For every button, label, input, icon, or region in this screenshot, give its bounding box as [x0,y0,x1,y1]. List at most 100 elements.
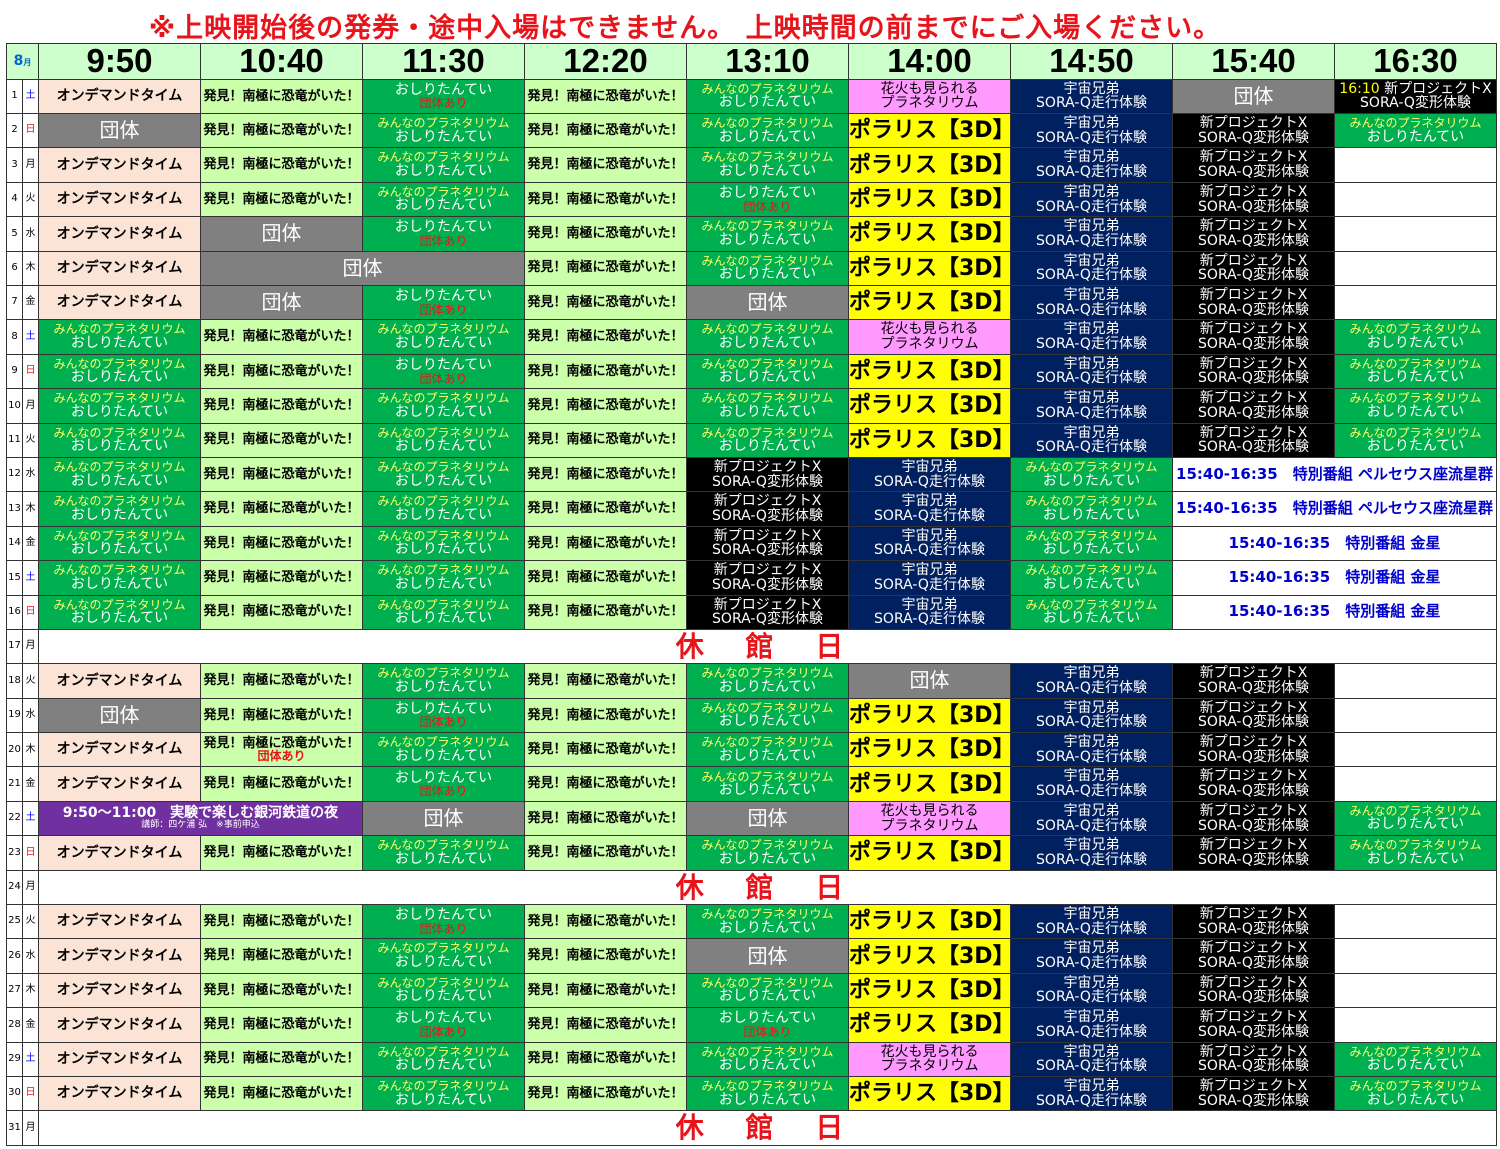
program-title: おしりたんてい [718,163,817,180]
program-hakken: 発見！南極に恐竜がいた！ [524,250,687,286]
program-title: 発見！南極に恐竜がいた！ [527,88,684,104]
program-minna-oshiri: みんなのプラネタリウム おしりたんてい [686,663,849,699]
program-title: おしりたんてい [718,713,817,730]
day-number: 5 [6,216,23,252]
program-minna-oshiri: みんなのプラネタリウム おしりたんてい [362,938,525,974]
weekday: 月 [22,628,39,665]
program-title: オンデマンドタイム [56,1016,183,1033]
program-minna-oshiri: みんなのプラネタリウム おしりたんてい [362,319,525,355]
program-subtitle: SORA-Q変形体験 [1198,748,1309,765]
program-title: 宇宙兄弟 [901,562,958,579]
weekday: 火 [22,181,39,218]
program-title: おしりたんてい [394,1091,493,1108]
program-minna-oshiri: みんなのプラネタリウム おしりたんてい [686,147,849,183]
program-hanabi: 花火も見られる プラネタリウム [848,800,1011,837]
program-title: おしりたんてい [718,988,817,1005]
day-number: 26 [6,938,23,974]
group-note: 団体あり [419,233,468,248]
program-project-x: 新プロジェクトX SORA-Q変形体験 [686,491,849,527]
program-title: おしりたんてい [394,1010,493,1027]
program-minna-oshiri: みんなのプラネタリウム おしりたんてい [1334,319,1497,355]
weekday: 日 [22,835,39,871]
program-subtitle: みんなのプラネタリウム [53,391,186,406]
weekday: 水 [22,697,39,734]
program-title: 団体 [909,668,950,693]
weekday: 土 [22,78,39,115]
weekday: 火 [22,422,39,458]
program-title: おしりたんてい [394,128,493,145]
day-number: 25 [6,904,23,940]
program-title: 宇宙兄弟 [1063,1077,1120,1094]
weekday: 木 [22,972,39,1009]
program-title: おしりたんてい [394,1057,493,1074]
day-number: 18 [6,663,23,699]
program-title: 発見！南極に恐竜がいた！ [527,707,684,723]
program-title: 宇宙兄弟 [1063,1009,1120,1026]
program-title: おしりたんてい [394,335,493,352]
program-hakken: 発見！南極に恐竜がいた！ 団体あり [200,732,363,768]
program-title: ポラリス【3D】 [849,1081,1011,1107]
program-title: 宇宙兄弟 [1063,424,1120,441]
program-oshiri-group: おしりたんてい 団体あり [686,181,849,218]
program-title: おしりたんてい [1366,438,1465,455]
program-minna-oshiri: みんなのプラネタリウム おしりたんてい [686,732,849,768]
program-title: おしりたんてい [718,782,817,799]
program-title: オンデマンドタイム [56,844,183,861]
time-header: 16:30 [1334,43,1497,80]
program-subtitle: SORA-Q走行体験 [874,576,985,593]
program-title: 花火も見られる [880,321,979,338]
program-hakken: 発見！南極に恐竜がいた！ [200,113,363,149]
program-title: ポラリス【3D】 [849,393,1011,419]
program-title: おしりたんてい [70,369,169,386]
day-number: 22 [6,800,23,837]
program-subtitle: SORA-Q変形体験 [1198,851,1309,868]
empty-slot [1334,766,1497,802]
program-title: 宇宙兄弟 [901,493,958,510]
month-number: 8 [13,52,24,69]
program-title: 宇宙兄弟 [1063,699,1120,716]
program-minna-oshiri: みんなのプラネタリウム おしりたんてい [362,491,525,527]
day-row: 31 月 休 館 日 [6,1110,1497,1146]
program-minna-oshiri: みんなのプラネタリウム おしりたんてい [362,732,525,768]
program-minna-oshiri: みんなのプラネタリウム おしりたんてい [362,388,525,424]
program-title: 15:40-16:35 特別番組 金星 [1228,567,1441,586]
program-subtitle: みんなのプラネタリウム [53,563,186,578]
program-minna-oshiri: みんなのプラネタリウム おしりたんてい [362,147,525,183]
program-hakken: 発見！南極に恐竜がいた！ [200,697,363,734]
program-title: おしりたんてい [70,575,169,592]
program-uchu: 宇宙兄弟 SORA-Q走行体験 [1010,113,1173,149]
day-row: 29 土オンデマンドタイム 発見！南極に恐竜がいた！ みんなのプラネタリウム おしりたん… [6,1041,1497,1077]
program-title: 団体 [747,943,788,968]
program-title: おしりたんてい [394,356,493,373]
program-title: 新プロジェクトX [713,493,822,510]
program-group: 団体 [200,250,525,286]
program-hakken: 発見！南極に恐竜がいた！ [200,1041,363,1077]
program-uchu: 宇宙兄弟 SORA-Q走行体験 [1010,1041,1173,1077]
program-title: 発見！南極に恐竜がいた！ [527,260,684,276]
empty-slot [1334,250,1497,286]
day-number: 19 [6,697,23,734]
program-polaris: ポラリス【3D】 [848,697,1011,734]
program-title: ポラリス【3D】 [849,152,1011,178]
program-minna-oshiri: みんなのプラネタリウム おしりたんてい [1010,525,1173,562]
program-title: オンデマンドタイム [56,672,183,689]
program-title: 発見！南極に恐竜がいた！ [527,122,684,138]
program-subtitle: SORA-Q変形体験 [1198,783,1309,800]
program-minna-oshiri: みんなのプラネタリウム おしりたんてい [362,972,525,1009]
program-hakken: 発見！南極に恐竜がいた！ [200,456,363,493]
program-ondemand: オンデマンドタイム [38,1075,201,1112]
program-hakken: 発見！南極に恐竜がいた！ [200,147,363,183]
day-row: 10 月みんなのプラネタリウム おしりたんてい 発見！南極に恐竜がいた！ みんなのプラネ… [6,388,1497,424]
program-ondemand: オンデマンドタイム [38,181,201,218]
day-number: 17 [6,628,23,665]
program-title: 発見！南極に恐竜がいた！ [527,226,684,242]
program-title: 発見！南極に恐竜がいた！ [527,569,684,585]
program-polaris: ポラリス【3D】 [848,904,1011,940]
program-minna-oshiri: みんなのプラネタリウム おしりたんてい [686,1041,849,1077]
program-hakken: 発見！南極に恐竜がいた！ [524,697,687,734]
program-project-x: 新プロジェクトX SORA-Q変形体験 [1172,1075,1335,1112]
program-title: 宇宙兄弟 [1063,734,1120,751]
program-subtitle: SORA-Q走行体験 [1036,989,1147,1006]
time-header: 11:30 [362,43,525,80]
day-number: 12 [6,456,23,493]
